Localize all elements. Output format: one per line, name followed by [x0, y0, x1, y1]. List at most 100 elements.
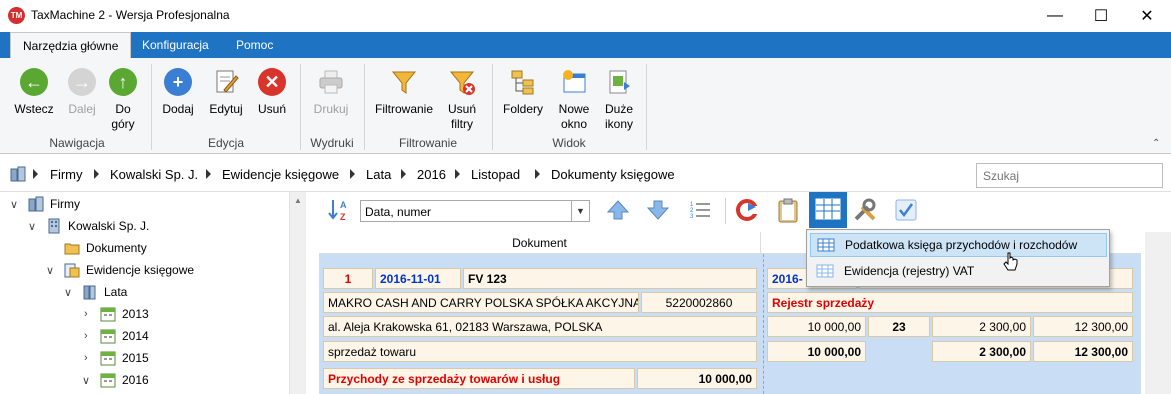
print-button[interactable]: Drukuj — [308, 66, 354, 117]
expand-chevron-icon[interactable]: ∨ — [82, 374, 90, 387]
breadcrumb-item[interactable]: Ewidencje księgowe — [222, 167, 339, 182]
expand-chevron-icon[interactable]: ∨ — [64, 286, 72, 299]
ribbon-separator — [300, 64, 301, 150]
menu-item-vat[interactable]: Ewidencja (rejestry) VAT — [810, 259, 1107, 283]
large-icons-icon — [603, 66, 635, 98]
vat-net: 10 000,00 — [767, 316, 866, 337]
ledger-icon — [64, 263, 80, 278]
tree-item-company[interactable]: Kowalski Sp. J. — [46, 215, 149, 237]
maximize-button[interactable]: ☐ — [1078, 0, 1124, 32]
large-icons-button[interactable]: Duże ikony — [600, 66, 638, 132]
breadcrumb-item[interactable]: Firmy — [50, 167, 83, 182]
breadcrumb-item[interactable]: 2016 — [417, 167, 446, 182]
collapse-chevron-icon[interactable]: › — [84, 308, 88, 320]
up-label-1: Do — [115, 102, 131, 116]
breadcrumb-item[interactable]: Dokumenty księgowe — [551, 167, 675, 182]
new-window-label-1: Nowe — [558, 102, 590, 116]
binders-icon — [83, 285, 96, 300]
remove-filters-label-1: Usuń — [447, 102, 476, 116]
expand-chevron-icon[interactable]: ∨ — [46, 264, 54, 277]
tree-item-dokumenty[interactable]: Dokumenty — [64, 237, 147, 259]
breadcrumb-separator-icon — [350, 169, 355, 179]
tree-item-firmy[interactable]: Firmy — [28, 193, 80, 215]
minimize-button[interactable]: — — [1032, 0, 1078, 32]
expand-chevron-icon[interactable]: ∨ — [28, 220, 36, 233]
record-address: al. Aleja Krakowska 61, 02183 Warszawa, … — [323, 316, 757, 337]
up-button[interactable]: ↑ Do góry — [104, 66, 142, 132]
tree-item-ewidencje[interactable]: Ewidencje księgowe — [64, 259, 194, 281]
search-input[interactable] — [976, 163, 1163, 188]
tree-item-label: Kowalski Sp. J. — [68, 219, 150, 233]
table-icon — [817, 238, 835, 252]
clipboard-icon[interactable] — [774, 196, 802, 224]
menu-item-label: Ewidencja (rejestry) VAT — [844, 264, 975, 278]
vat-rate: 23 — [868, 316, 930, 337]
collapse-chevron-icon[interactable]: › — [84, 352, 88, 364]
edit-button[interactable]: Edytuj — [206, 66, 246, 117]
move-up-icon[interactable] — [604, 196, 632, 224]
ribbon: ← Wstecz → Dalej ↑ Do góry Nawigacja + D… — [0, 58, 1171, 154]
vat-gross: 12 300,00 — [1033, 316, 1133, 337]
breadcrumb-separator-icon — [401, 169, 406, 179]
delete-label: Usuń — [257, 102, 286, 116]
record-description: sprzedaż towaru — [323, 341, 757, 362]
tree-scrollbar[interactable]: ▲ — [289, 192, 306, 394]
back-button[interactable]: ← Wstecz — [12, 66, 56, 117]
main-scrollbar[interactable] — [1145, 232, 1171, 394]
tab-narzedzia-glowne[interactable]: Narzędzia główne — [10, 32, 132, 58]
sort-select[interactable]: Data, numer ▼ — [360, 200, 590, 222]
filter-button[interactable]: Filtrowanie — [372, 66, 436, 117]
column-header-document[interactable]: Dokument — [319, 232, 761, 254]
group-label-filtrowanie: Filtrowanie — [398, 136, 458, 150]
move-down-icon[interactable] — [644, 196, 672, 224]
remove-filters-label-2: filtry — [451, 117, 473, 131]
sort-az-icon[interactable]: AZ — [326, 196, 354, 224]
funnel-remove-icon — [446, 66, 478, 98]
folder-icon — [64, 243, 80, 255]
breadcrumb-item[interactable]: Lata — [366, 167, 391, 182]
collapse-chevron-icon[interactable]: › — [84, 330, 88, 342]
filter-label: Filtrowanie — [374, 102, 434, 116]
record-contractor: MAKRO CASH AND CARRY POLSKA SPÓŁKA AKCYJ… — [323, 292, 639, 313]
printer-icon — [315, 66, 347, 98]
tab-pomoc[interactable]: Pomoc — [224, 32, 285, 58]
folders-button[interactable]: Foldery — [500, 66, 546, 117]
menu-item-kpir[interactable]: Podatkowa księga przychodów i rozchodów — [810, 233, 1107, 257]
svg-text:A: A — [340, 200, 347, 210]
menu-item-label: Podatkowa księga przychodów i rozchodów — [845, 238, 1078, 252]
chevron-down-icon[interactable]: ▼ — [571, 201, 589, 221]
tree-item-year[interactable]: 2013 — [100, 303, 149, 325]
breadcrumb-item[interactable]: Kowalski Sp. J. — [110, 167, 198, 182]
forward-label: Dalej — [68, 102, 96, 116]
companies-icon — [28, 196, 44, 212]
tree-item-year[interactable]: 2016 — [100, 369, 149, 391]
numbered-list-icon[interactable]: 123 — [686, 196, 714, 224]
forward-button[interactable]: → Dalej — [62, 66, 102, 117]
new-window-icon — [558, 66, 590, 98]
scroll-up-icon[interactable]: ▲ — [294, 196, 302, 205]
remove-filters-button[interactable]: Usuń filtry — [444, 66, 480, 132]
new-window-label-2: okno — [560, 117, 588, 131]
tree-item-year[interactable]: 2015 — [100, 347, 149, 369]
add-button[interactable]: + Dodaj — [158, 66, 198, 117]
ribbon-collapse-icon[interactable]: ⌃ — [1152, 138, 1160, 149]
breadcrumb-item[interactable]: Listopad — [471, 167, 520, 182]
tree-item-year[interactable]: 2014 — [100, 325, 149, 347]
breadcrumb-separator-icon — [206, 169, 211, 179]
expand-chevron-icon[interactable]: ∨ — [10, 198, 18, 211]
tab-konfiguracja[interactable]: Konfiguracja — [130, 32, 221, 58]
new-window-button[interactable]: Nowe okno — [554, 66, 594, 132]
close-button[interactable]: ✕ — [1124, 0, 1170, 32]
folder-tree-icon — [507, 66, 539, 98]
arrow-left-icon: ← — [18, 66, 50, 98]
tree-item-lata[interactable]: Lata — [82, 281, 127, 303]
checkbox-icon[interactable] — [892, 196, 920, 224]
folders-label: Foldery — [502, 102, 543, 116]
large-icons-label-2: ikony — [604, 117, 633, 131]
group-label-widok: Widok — [552, 136, 586, 150]
refresh-icon[interactable] — [733, 196, 761, 224]
delete-button[interactable]: ✕ Usuń — [254, 66, 290, 117]
view-mode-button[interactable] — [809, 192, 847, 228]
vat-sum-vat: 2 300,00 — [932, 341, 1031, 362]
tools-icon[interactable] — [851, 196, 879, 224]
